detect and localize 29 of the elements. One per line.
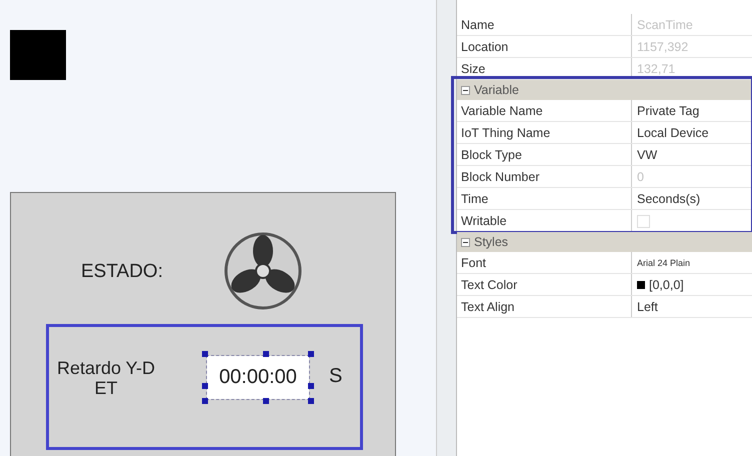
property-label: Text Align [457,296,632,317]
property-label: IoT Thing Name [457,122,632,143]
property-label: Size [457,58,632,79]
property-label: Writable [457,210,632,231]
property-value[interactable]: Left [632,300,752,314]
collapse-icon[interactable] [461,238,470,246]
collapse-icon[interactable] [461,86,470,94]
property-value[interactable]: Seconds(s) [632,192,752,206]
property-value[interactable]: Local Device [632,126,752,140]
property-value[interactable]: [0,0,0] [649,278,684,292]
property-value[interactable]: VW [632,148,752,162]
property-label: Block Number [457,166,632,187]
delay-label: Retardo Y-D ET [56,358,156,398]
fan-icon [223,231,303,311]
property-label: Block Type [457,144,632,165]
property-label: Text Color [457,274,632,295]
property-label: Time [457,188,632,209]
group-header[interactable]: Variable [457,80,752,100]
splitter-bar[interactable] [436,0,457,456]
property-label: Variable Name [457,100,632,121]
unit-label: S [329,365,342,388]
status-label: ESTADO: [81,261,163,283]
square-widget [10,30,66,80]
property-label: Font [457,252,632,273]
group-header[interactable]: Styles [457,232,752,252]
property-value[interactable]: Arial 24 Plain [632,258,752,268]
property-label: Location [457,36,632,57]
property-value[interactable]: Private Tag [632,104,752,118]
property-label: Name [457,14,632,35]
